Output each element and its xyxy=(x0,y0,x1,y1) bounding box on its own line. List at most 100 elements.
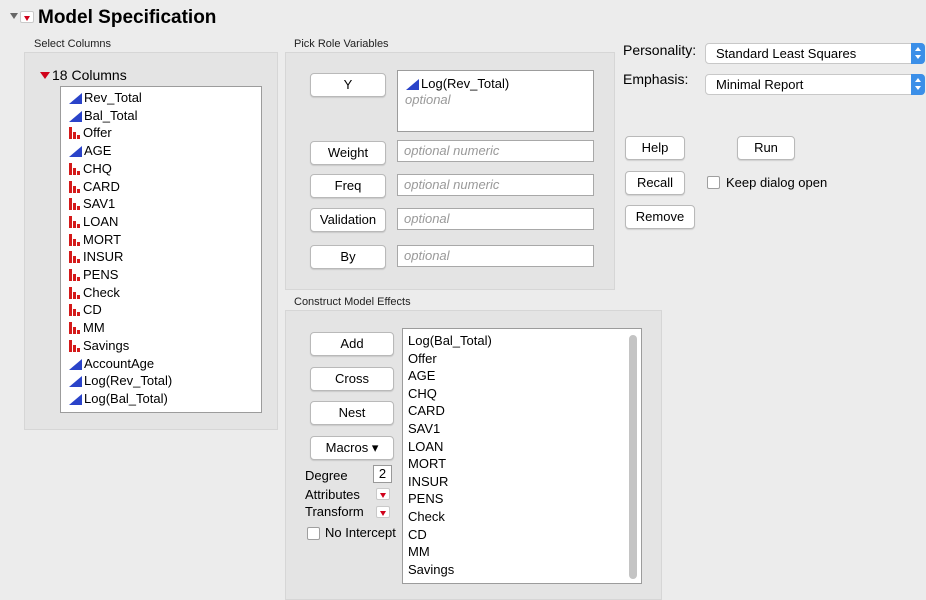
column-name: CHQ xyxy=(83,160,112,176)
nominal-icon xyxy=(69,269,81,281)
emphasis-label: Emphasis: xyxy=(623,71,689,87)
no-intercept-checkbox[interactable] xyxy=(307,527,320,540)
columns-count-header: 18 Columns xyxy=(52,67,127,83)
remove-button[interactable]: Remove xyxy=(625,205,695,229)
effect-item[interactable]: LOAN xyxy=(408,438,443,455)
effect-item[interactable]: AGE xyxy=(408,367,435,384)
effect-item[interactable]: Offer xyxy=(408,350,437,367)
effect-item[interactable]: CHQ xyxy=(408,385,437,402)
nominal-icon xyxy=(69,198,81,211)
model-effects-list[interactable]: Log(Bal_Total) Offer AGE CHQ CARD SAV1 LOAN MOR… xyxy=(402,328,642,584)
nominal-icon xyxy=(69,251,81,264)
continuous-icon xyxy=(406,79,419,90)
column-item[interactable]: CHQ xyxy=(69,161,112,177)
effect-item[interactable]: Check xyxy=(408,508,445,525)
column-name: MM xyxy=(83,320,105,336)
column-item[interactable]: PENS xyxy=(69,267,118,283)
weight-button[interactable]: Weight xyxy=(310,141,386,165)
column-item[interactable]: LOAN xyxy=(69,214,118,230)
column-name: Savings xyxy=(83,337,130,353)
nest-button[interactable]: Nest xyxy=(310,401,394,425)
keep-dialog-open-label: Keep dialog open xyxy=(726,175,828,190)
y-role-item[interactable]: Log(Rev_Total) xyxy=(406,76,509,91)
effect-item[interactable]: Log(Bal_Total) xyxy=(408,332,492,349)
column-item[interactable]: Log(Rev_Total) xyxy=(69,373,172,389)
weight-field[interactable]: optional numeric xyxy=(397,140,594,162)
columns-list[interactable]: Rev_Total Bal_Total Offer AGE CHQ CARD SAV1 LOA… xyxy=(60,86,262,413)
column-item[interactable]: MORT xyxy=(69,232,121,248)
freq-button[interactable]: Freq xyxy=(310,174,386,198)
effects-scrollbar[interactable] xyxy=(629,335,637,579)
by-button[interactable]: By xyxy=(310,245,386,269)
column-item[interactable]: SAV1 xyxy=(69,196,115,212)
column-item[interactable]: Check xyxy=(69,285,120,301)
degree-input[interactable]: 2 xyxy=(373,465,392,483)
column-name: Check xyxy=(83,284,120,300)
effect-item[interactable]: INSUR xyxy=(408,473,448,490)
macros-button[interactable]: Macros ▾ xyxy=(310,436,394,460)
add-button[interactable]: Add xyxy=(310,332,394,356)
column-item[interactable]: Savings xyxy=(69,338,129,354)
emphasis-select[interactable]: Minimal Report xyxy=(705,74,925,95)
column-name: Offer xyxy=(83,125,112,141)
continuous-icon xyxy=(69,393,82,405)
no-intercept-label: No Intercept xyxy=(325,525,396,540)
select-columns-label: Select Columns xyxy=(34,38,112,50)
attributes-menu-icon[interactable] xyxy=(376,488,390,500)
column-item[interactable]: AGE xyxy=(69,143,111,159)
column-name: Log(Rev_Total) xyxy=(84,373,173,389)
help-button[interactable]: Help xyxy=(625,136,685,160)
y-button[interactable]: Y xyxy=(310,73,386,97)
y-role-box[interactable]: Log(Rev_Total) optional xyxy=(397,70,594,132)
outline-disclosure-icon[interactable] xyxy=(10,13,18,19)
column-item[interactable]: Bal_Total xyxy=(69,108,137,124)
select-stepper-icon xyxy=(911,43,925,64)
nominal-icon xyxy=(69,304,81,317)
column-item[interactable]: Offer xyxy=(69,125,112,141)
nominal-icon xyxy=(69,180,81,193)
transform-label: Transform xyxy=(305,504,364,519)
column-name: LOAN xyxy=(83,213,119,229)
freq-field[interactable]: optional numeric xyxy=(397,174,594,196)
column-name: Bal_Total xyxy=(84,107,138,123)
nominal-icon xyxy=(69,162,81,175)
column-item[interactable]: Log(Bal_Total) xyxy=(69,391,168,407)
cross-button[interactable]: Cross xyxy=(310,367,394,391)
personality-select[interactable]: Standard Least Squares xyxy=(705,43,925,64)
column-item[interactable]: CD xyxy=(69,302,102,318)
effect-item[interactable]: PENS xyxy=(408,490,443,507)
nominal-icon xyxy=(69,215,81,228)
recall-button[interactable]: Recall xyxy=(625,171,685,195)
effect-item[interactable]: CD xyxy=(408,526,427,543)
y-role-value: Log(Rev_Total) xyxy=(421,76,510,91)
y-optional-hint: optional xyxy=(405,92,451,107)
validation-field[interactable]: optional xyxy=(397,208,594,230)
column-item[interactable]: Rev_Total xyxy=(69,90,142,106)
column-name: CD xyxy=(83,302,102,318)
column-name: CARD xyxy=(83,178,120,194)
column-item[interactable]: CARD xyxy=(69,179,120,195)
effect-item[interactable]: Savings xyxy=(408,561,454,578)
run-button[interactable]: Run xyxy=(737,136,795,160)
validation-button[interactable]: Validation xyxy=(310,208,386,232)
effect-item[interactable]: MM xyxy=(408,543,430,560)
effect-item[interactable]: MORT xyxy=(408,455,446,472)
construct-effects-label: Construct Model Effects xyxy=(294,296,411,308)
transform-menu-icon[interactable] xyxy=(376,506,390,518)
nominal-icon xyxy=(69,322,81,335)
keep-dialog-open-checkbox[interactable] xyxy=(707,176,720,189)
personality-label: Personality: xyxy=(623,42,697,58)
continuous-icon xyxy=(69,110,82,122)
column-name: MORT xyxy=(83,231,122,247)
red-triangle-menu-icon[interactable] xyxy=(20,11,34,23)
column-name: INSUR xyxy=(83,249,124,265)
effect-item[interactable]: SAV1 xyxy=(408,420,440,437)
continuous-icon xyxy=(69,93,82,104)
column-item[interactable]: INSUR xyxy=(69,249,123,265)
effect-item[interactable]: CARD xyxy=(408,402,445,419)
columns-menu-icon[interactable] xyxy=(40,72,50,79)
column-item[interactable]: MM xyxy=(69,320,105,336)
by-field[interactable]: optional xyxy=(397,245,594,267)
continuous-icon xyxy=(69,146,82,158)
column-item[interactable]: AccountAge xyxy=(69,356,154,372)
